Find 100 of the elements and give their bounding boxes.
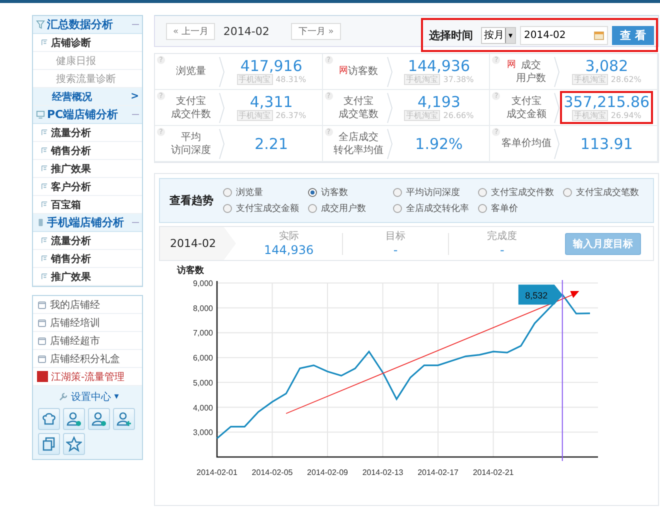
y-tick-label: 3,000 <box>192 428 213 438</box>
period-label: 2014-02 <box>223 24 270 38</box>
stat-label: 访客数 <box>348 65 378 78</box>
date-field[interactable]: 2014-02 <box>520 26 608 44</box>
trend-title: 查看趋势 <box>168 193 214 208</box>
metric-radio[interactable]: 平均访问深度 <box>393 186 478 199</box>
item-label: 销售分析 <box>51 144 92 158</box>
settings-label: 设置中心 <box>71 390 112 404</box>
stat-label: 支付宝 成交件数 <box>171 94 211 120</box>
metric-radio[interactable]: 全店成交转化率 <box>393 202 478 215</box>
y-tick-label: 4,000 <box>192 403 213 412</box>
chevron-divider <box>554 128 560 158</box>
stat-label: 支付宝 成交金额 <box>506 94 546 120</box>
sidebar-item[interactable]: 客户分析 <box>33 178 142 196</box>
link-label: 店铺经超市 <box>50 334 100 348</box>
stat-label: 成交 用户数 <box>516 58 546 84</box>
stat-value: 2.21 <box>254 136 288 152</box>
chevron-divider <box>554 56 560 86</box>
sidebar-item[interactable]: 销售分析 <box>33 250 142 268</box>
chevron-divider <box>386 56 393 86</box>
stat-value: 417,916 <box>240 58 302 74</box>
previous-month-button[interactable]: « 上一月 <box>166 22 216 40</box>
list-icon <box>41 39 48 46</box>
settings-menu[interactable]: 设置中心 ▾ <box>58 390 119 404</box>
sidebar-link[interactable]: 店铺经培训 <box>33 314 142 332</box>
axis-title: 访客数 <box>177 266 204 276</box>
item-label: 客户分析 <box>51 180 92 194</box>
item-label: 店铺诊断 <box>51 36 92 50</box>
calendar-icon <box>594 30 604 40</box>
y-tick-label: 5,000 <box>192 378 213 388</box>
section-header[interactable]: 手机端店铺分析 <box>33 214 142 232</box>
share-percent: 26.66% <box>443 111 474 120</box>
y-tick-label: 7,000 <box>192 328 213 338</box>
sidebar-link[interactable]: 店铺经积分礼盒 <box>33 350 142 368</box>
chevron-divider <box>219 92 225 122</box>
target-value: - <box>393 242 398 256</box>
shop-icon <box>37 318 47 328</box>
chevron-divider <box>386 92 393 122</box>
section-header[interactable]: PC端店铺分析 <box>33 106 142 124</box>
section-title: PC端店铺分析 <box>47 107 120 122</box>
chevron-divider <box>554 92 560 122</box>
stat-value: 1.92% <box>415 136 463 152</box>
x-tick-label: 2014-02-09 <box>307 468 348 477</box>
sidebar-item[interactable]: 经营概况 > <box>33 88 142 106</box>
y-tick-label: 8,000 <box>192 304 213 313</box>
user-add-icon[interactable] <box>113 408 135 430</box>
share-percent: 48.31% <box>276 75 306 84</box>
time-label: 选择时间 <box>429 28 473 42</box>
star-icon[interactable] <box>63 433 85 455</box>
source-badge: 手机淘宝 <box>572 110 608 121</box>
metric-radio[interactable]: 访客数 <box>308 186 393 199</box>
source-badge: 手机淘宝 <box>236 74 273 85</box>
section-title: 手机端店铺分析 <box>47 215 125 230</box>
metric-radio[interactable]: 支付宝成交金额 <box>223 202 308 215</box>
item-label: 经营概况 <box>52 90 93 104</box>
y-tick-label: 6,000 <box>192 354 213 363</box>
x-tick-label: 2014-02-21 <box>472 468 514 477</box>
mode-select[interactable]: 按月 ▾ <box>481 26 516 44</box>
x-tick-label: 2014-02-01 <box>196 468 238 477</box>
source-badge: 手机淘宝 <box>572 74 608 85</box>
caret-icon: ▾ <box>114 392 119 402</box>
sidebar-link[interactable]: 我的店铺经 <box>33 296 142 314</box>
list-icon <box>41 201 48 208</box>
next-month-button[interactable]: 下一月 » <box>291 22 341 40</box>
source-badge: 手机淘宝 <box>404 74 440 85</box>
metric-radio[interactable]: 浏览量 <box>223 186 308 199</box>
copy-icon[interactable] <box>38 433 60 455</box>
chevron-icon: > <box>130 91 139 102</box>
target-label: 实际 <box>278 230 299 242</box>
sidebar-item[interactable]: 推广效果 <box>33 268 142 286</box>
sidebar-item[interactable]: 销售分析 <box>33 142 142 160</box>
sidebar-item[interactable]: 店铺诊断 <box>33 34 142 52</box>
link-label: 店铺经积分礼盒 <box>50 352 120 366</box>
metric-radio[interactable]: 客单价 <box>478 202 563 215</box>
stat-label: 支付宝 成交笔数 <box>338 94 379 120</box>
link-label: 我的店铺经 <box>50 298 100 312</box>
metric-radio[interactable]: 支付宝成交笔数 <box>563 186 653 199</box>
item-label: 销售分析 <box>51 252 92 266</box>
link-label: 店铺经培训 <box>50 316 100 330</box>
stat-value: 4,311 <box>250 94 293 110</box>
metric-radio[interactable]: 成交用户数 <box>308 202 393 215</box>
stat-label: 浏览量 <box>176 65 206 78</box>
list-icon <box>41 183 48 190</box>
x-tick-label: 2014-02-05 <box>252 468 293 477</box>
stat-value: 3,082 <box>585 58 628 74</box>
link-label: 江湖策-流量管理 <box>51 370 125 384</box>
list-icon <box>41 129 48 136</box>
target-value: 144,936 <box>264 242 314 256</box>
tag-icon: 网 <box>506 58 516 72</box>
section-header[interactable]: 汇总数据分析 <box>33 16 142 34</box>
sidebar-item[interactable]: 流量分析 <box>33 124 142 142</box>
share-percent: 26.37% <box>276 111 306 120</box>
sidebar-link[interactable]: 店铺经超市 <box>33 332 142 350</box>
stat-label: 客单价均值 <box>501 137 552 150</box>
metric-radio[interactable]: 支付宝成交件数 <box>478 186 563 199</box>
sidebar-item[interactable]: 流量分析 <box>33 232 142 250</box>
chef-hat-icon[interactable] <box>38 408 60 430</box>
list-icon <box>41 255 48 262</box>
stat-value: 4,193 <box>418 94 460 110</box>
sidebar-item[interactable]: 推广效果 <box>33 160 142 178</box>
